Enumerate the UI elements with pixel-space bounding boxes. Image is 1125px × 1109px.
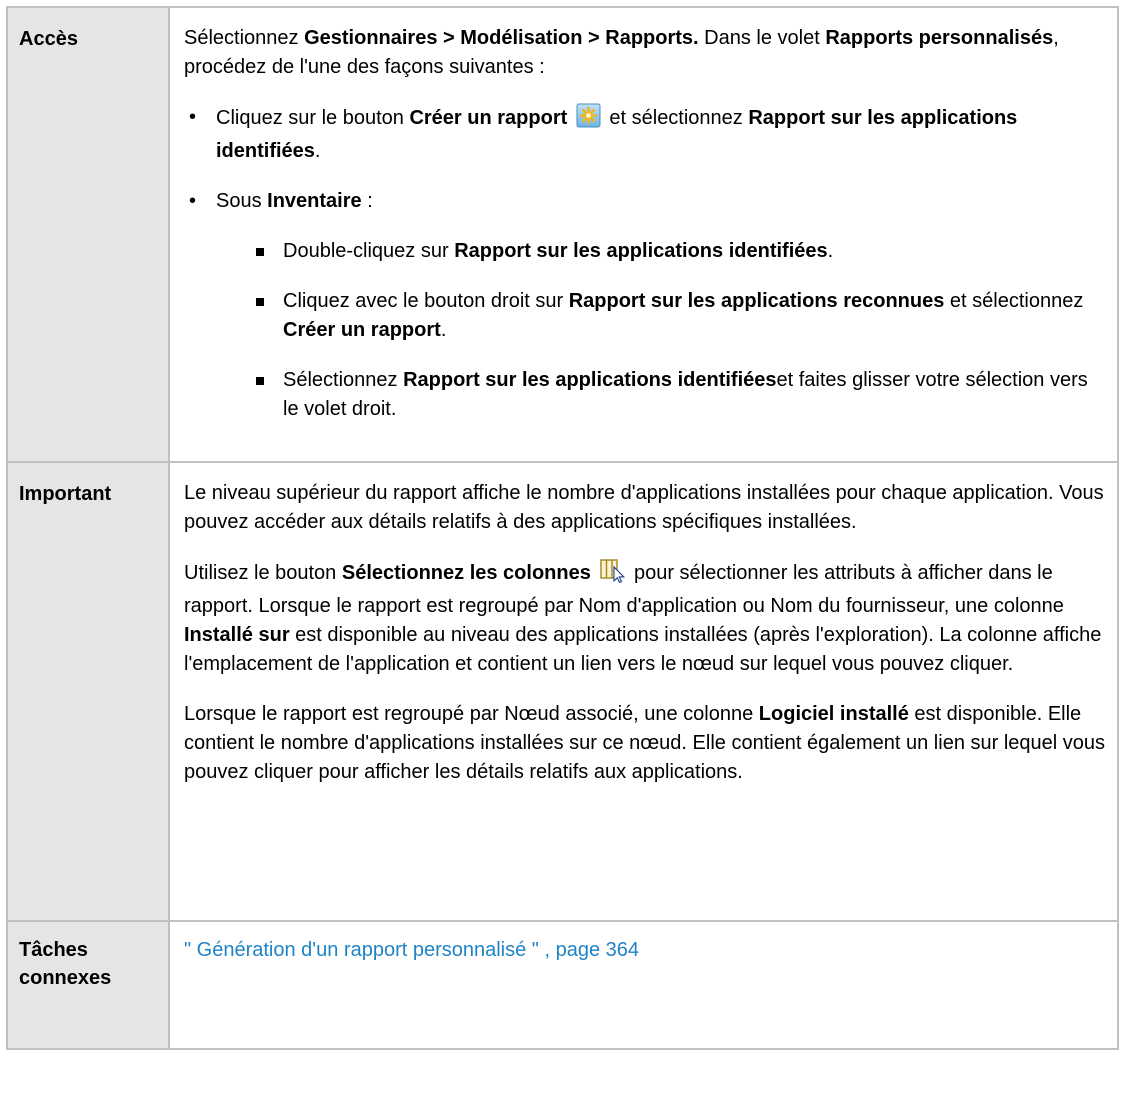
text: Sélectionnez — [283, 369, 404, 391]
square-bullet-icon — [256, 298, 264, 306]
list-item: • Cliquez sur le bouton Créer un rapport — [184, 103, 1107, 166]
row-label-acces: Accès — [6, 6, 170, 463]
row-content-important: Le niveau supérieur du rapport affiche l… — [168, 461, 1119, 922]
row-content-taches-connexes: " Génération d'un rapport personnalisé "… — [168, 920, 1119, 1050]
text: Sélectionnez — [184, 27, 305, 49]
square-bullet-icon — [256, 248, 264, 256]
square-bullet-icon — [256, 377, 264, 385]
text: Double-cliquez sur — [283, 240, 455, 262]
text: Utilisez le bouton — [184, 562, 342, 584]
text: et sélectionnez — [944, 290, 1084, 312]
report-name: Rapport sur les applications reconnues — [568, 290, 945, 312]
access-options-list: • Cliquez sur le bouton Créer un rapport — [184, 103, 1107, 424]
row-acces: Accès Sélectionnez Gestionnaires > Modél… — [6, 6, 1119, 463]
text: Sous — [216, 190, 268, 212]
label-taches-line1: Tâches — [19, 939, 88, 961]
label-taches-line2: connexes — [19, 967, 112, 989]
related-task-link[interactable]: " Génération d'un rapport personnalisé "… — [184, 939, 639, 961]
menu-path: Gestionnaires > Modélisation > Rapports. — [304, 27, 699, 49]
text: et sélectionnez — [603, 107, 749, 129]
text: . — [440, 319, 447, 341]
inventory-sublist: Double-cliquez sur Rapport sur les appli… — [216, 237, 1107, 424]
sublist-item: Sélectionnez Rapport sur les application… — [216, 366, 1107, 424]
row-label-taches-connexes: Tâches connexes — [6, 920, 170, 1050]
label-acces: Accès — [19, 28, 78, 50]
list-item: • Sous Inventaire : Double-cliquez sur R… — [184, 187, 1107, 424]
text: est disponible au niveau des application… — [184, 624, 1102, 675]
pane-name: Rapports personnalisés — [825, 27, 1054, 49]
command-name: Créer un rapport — [283, 319, 441, 341]
text: : — [361, 190, 373, 212]
report-name: Rapport sur les applications identifiées — [403, 369, 777, 391]
important-paragraph-1: Le niveau supérieur du rapport affiche l… — [184, 482, 1104, 533]
label-important: Important — [19, 483, 112, 505]
access-intro: Sélectionnez Gestionnaires > Modélisatio… — [184, 24, 1107, 82]
select-columns-icon — [599, 558, 626, 592]
text: . — [314, 140, 321, 162]
row-label-important: Important — [6, 461, 170, 922]
row-content-acces: Sélectionnez Gestionnaires > Modélisatio… — [168, 6, 1119, 463]
important-paragraph-3: Lorsque le rapport est regroupé par Nœud… — [184, 700, 1107, 787]
column-name: Installé sur — [184, 624, 290, 646]
reference-table: Accès Sélectionnez Gestionnaires > Modél… — [6, 6, 1119, 1050]
text: Cliquez avec le bouton droit sur — [283, 290, 569, 312]
sublist-item: Double-cliquez sur Rapport sur les appli… — [216, 237, 1107, 266]
bullet-icon: • — [189, 190, 197, 212]
button-name: Créer un rapport — [409, 107, 568, 129]
row-taches-connexes: Tâches connexes " Génération d'un rappor… — [6, 920, 1119, 1050]
create-report-icon — [576, 103, 601, 137]
button-name: Sélectionnez les colonnes — [341, 562, 591, 584]
text: . — [827, 240, 834, 262]
text: Dans le volet — [698, 27, 826, 49]
bullet-icon: • — [189, 106, 197, 128]
important-paragraph-2: Utilisez le bouton Sélectionnez les colo… — [184, 558, 1107, 679]
text: Cliquez sur le bouton — [216, 107, 410, 129]
report-name: Rapport sur les applications identifiées — [454, 240, 828, 262]
text: Lorsque le rapport est regroupé par Nœud… — [184, 703, 759, 725]
sublist-item: Cliquez avec le bouton droit sur Rapport… — [216, 287, 1107, 345]
column-name: Logiciel installé — [758, 703, 909, 725]
folder-name: Inventaire — [267, 190, 362, 212]
row-important: Important Le niveau supérieur du rapport… — [6, 461, 1119, 922]
